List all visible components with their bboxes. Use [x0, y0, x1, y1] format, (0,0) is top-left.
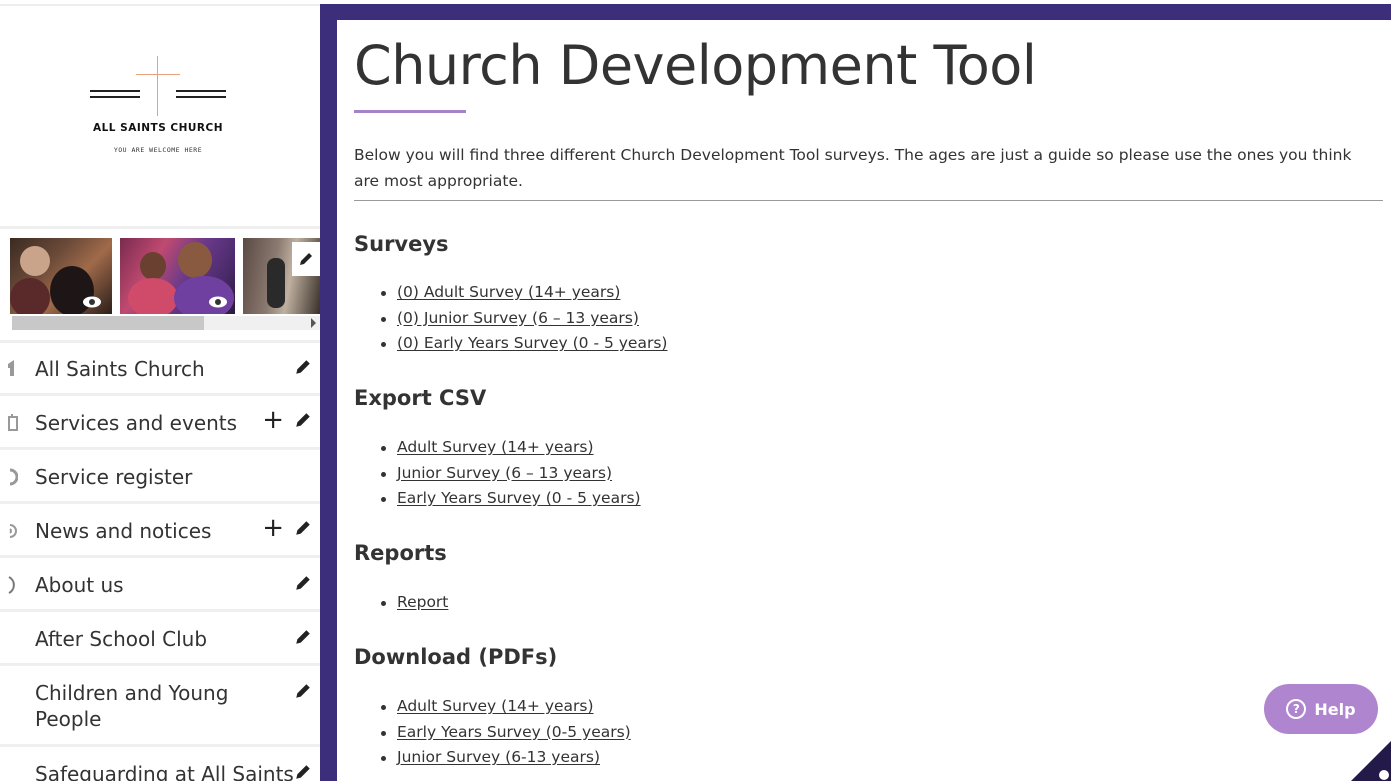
pencil-icon[interactable] [294, 358, 312, 376]
logo-name: ALL SAINTS CHURCH [92, 122, 224, 134]
section-title-download-pdfs: Download (PDFs) [354, 645, 558, 669]
home-icon [8, 360, 18, 378]
pencil-icon[interactable] [294, 519, 312, 537]
info-icon [8, 576, 18, 594]
pencil-icon[interactable] [294, 628, 312, 646]
help-button[interactable]: ? Help [1264, 684, 1378, 734]
section-title-reports: Reports [354, 541, 447, 565]
logo-cross [157, 56, 158, 116]
sidebar-item-all-saints-church[interactable]: All Saints Church [0, 342, 320, 396]
sidebar-item-about-us[interactable]: About us [0, 558, 320, 612]
rss-icon [8, 522, 18, 540]
section-title-export-csv: Export CSV [354, 386, 487, 410]
sidebar-item-safeguarding-at-all-saints[interactable]: Safeguarding at All Saints [0, 747, 320, 781]
sidebar-item-children-and-young-people[interactable]: Children and Young People [0, 666, 320, 747]
list-item: Adult Survey (14+ years) [381, 694, 631, 720]
gear-icon [1379, 770, 1389, 780]
sidebar-item-services-and-events[interactable]: Services and events + [0, 396, 320, 450]
question-icon: ? [1286, 699, 1307, 719]
download-junior-link[interactable]: Junior Survey (6-13 years) [397, 748, 600, 766]
plus-icon[interactable]: + [262, 407, 284, 433]
photo-gallery [0, 236, 320, 336]
gallery-thumbnail[interactable] [120, 238, 235, 314]
list-item: Adult Survey (14+ years) [381, 435, 641, 461]
plus-icon[interactable]: + [262, 515, 284, 541]
sidebar-item-after-school-club[interactable]: After School Club [0, 612, 320, 666]
report-link[interactable]: Report [397, 593, 448, 611]
list-item: Junior Survey (6-13 years) [381, 745, 631, 771]
eye-icon[interactable] [82, 296, 102, 308]
eye-icon[interactable] [208, 296, 228, 308]
sidebar-nav: All Saints Church Services and events + … [0, 342, 320, 781]
settings-corner[interactable] [1351, 741, 1391, 781]
scroll-right-arrow-icon[interactable] [311, 318, 316, 328]
list-item: Junior Survey (6 – 13 years) [381, 461, 641, 487]
gallery-thumbnail[interactable] [10, 238, 112, 314]
pencil-icon[interactable] [294, 574, 312, 592]
export-early-years-link[interactable]: Early Years Survey (0 - 5 years) [397, 489, 641, 507]
calendar-icon [8, 414, 18, 432]
export-adult-link[interactable]: Adult Survey (14+ years) [397, 438, 594, 456]
sidebar: ALL SAINTS CHURCH YOU ARE WELCOME HERE A… [0, 0, 320, 781]
page-title: Church Development Tool [354, 34, 1037, 97]
list-item: Early Years Survey (0-5 years) [381, 720, 631, 746]
help-label: Help [1314, 699, 1356, 719]
edit-gallery-button[interactable] [292, 242, 320, 276]
list-item: Early Years Survey (0 - 5 years) [381, 486, 641, 512]
report-links: Report [381, 590, 448, 616]
scrollbar-thumb[interactable] [12, 316, 204, 330]
logo-tagline: YOU ARE WELCOME HERE [113, 146, 203, 154]
intro-text: Below you will find three different Chur… [354, 146, 1352, 190]
list-item: (0) Adult Survey (14+ years) [381, 280, 667, 306]
pencil-icon[interactable] [294, 411, 312, 429]
download-adult-link[interactable]: Adult Survey (14+ years) [397, 697, 594, 715]
list-item: (0) Early Years Survey (0 - 5 years) [381, 331, 667, 357]
survey-links: (0) Adult Survey (14+ years) (0) Junior … [381, 280, 667, 357]
sidebar-item-service-register[interactable]: Service register [0, 450, 320, 504]
download-early-years-link[interactable]: Early Years Survey (0-5 years) [397, 723, 631, 741]
export-links: Adult Survey (14+ years) Junior Survey (… [381, 435, 641, 512]
adult-survey-link[interactable]: (0) Adult Survey (14+ years) [397, 283, 620, 301]
church-logo[interactable]: ALL SAINTS CHURCH YOU ARE WELCOME HERE [0, 56, 320, 166]
pencil-icon[interactable] [294, 682, 312, 700]
pencil-icon[interactable] [294, 763, 312, 781]
sidebar-item-news-and-notices[interactable]: News and notices + [0, 504, 320, 558]
main-content: Church Development Tool Below you will f… [337, 20, 1391, 781]
export-junior-link[interactable]: Junior Survey (6 – 13 years) [397, 464, 612, 482]
sidebar-top-divider [0, 4, 320, 6]
list-item: Report [381, 590, 448, 616]
register-icon [8, 468, 19, 486]
section-title-surveys: Surveys [354, 232, 449, 256]
gallery-scrollbar[interactable] [12, 316, 320, 330]
title-underline [354, 110, 466, 113]
main-frame: Church Development Tool Below you will f… [320, 4, 1391, 781]
list-item: (0) Junior Survey (6 – 13 years) [381, 306, 667, 332]
early-years-survey-link[interactable]: (0) Early Years Survey (0 - 5 years) [397, 334, 667, 352]
divider [0, 226, 320, 229]
download-links: Adult Survey (14+ years) Early Years Sur… [381, 694, 631, 771]
pencil-icon [300, 253, 312, 265]
divider [354, 200, 1383, 201]
junior-survey-link[interactable]: (0) Junior Survey (6 – 13 years) [397, 309, 639, 327]
